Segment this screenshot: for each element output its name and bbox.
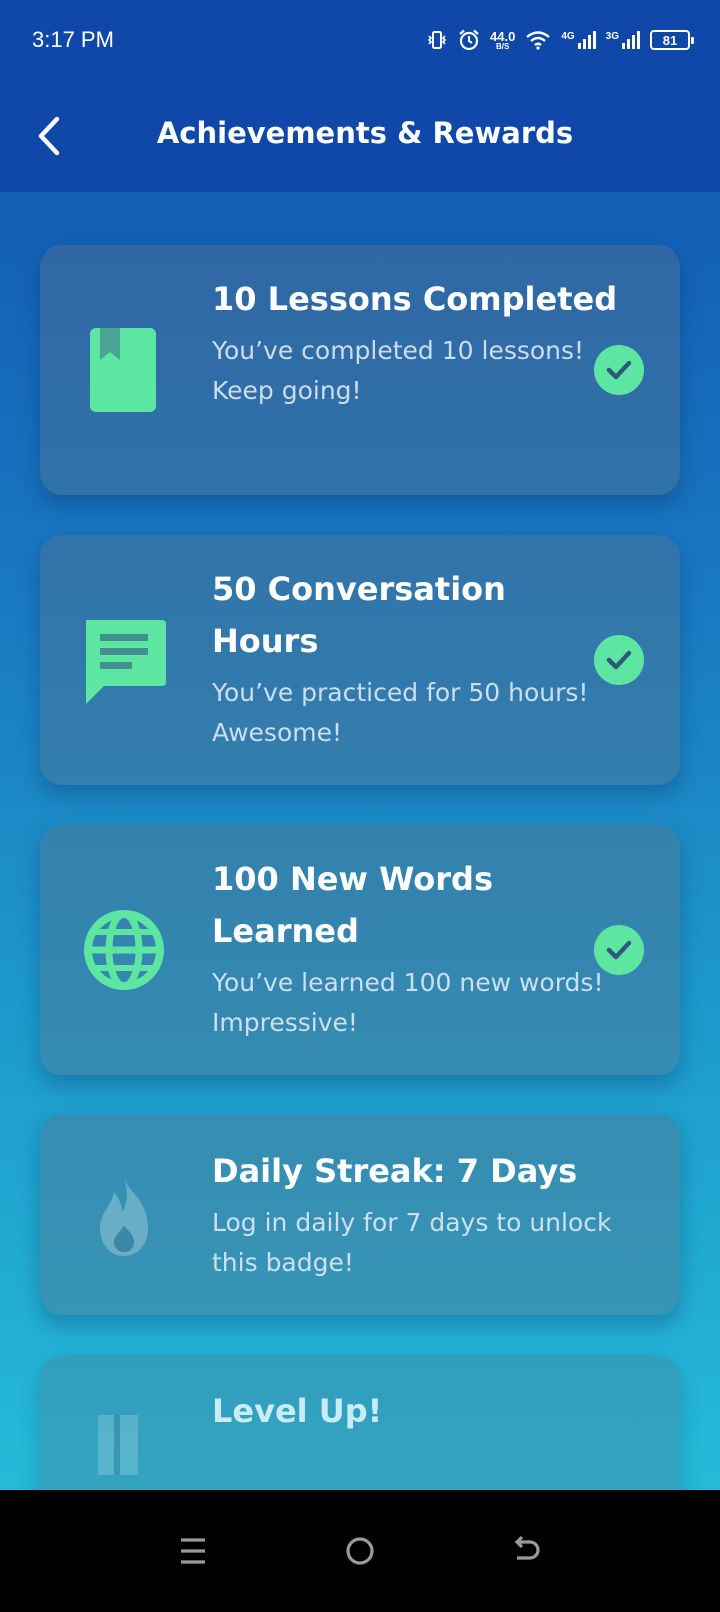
achievement-title: Level Up! <box>212 1392 383 1430</box>
achievement-card[interactable]: 10 Lessons Completed You’ve completed 10… <box>40 245 680 495</box>
menu-button[interactable] <box>163 1521 223 1581</box>
status-icons: 44.0 B/S 4G 3G 81 <box>426 28 694 51</box>
achievements-list[interactable]: 10 Lessons Completed You’ve completed 10… <box>0 192 720 1490</box>
menu-icon <box>181 1538 206 1564</box>
achievement-description: You’ve completed 10 lessons! Keep going! <box>212 336 585 405</box>
achievement-card[interactable]: Level Up! <box>40 1355 680 1490</box>
achievement-description: Log in daily for 7 days to unlock this b… <box>212 1208 612 1277</box>
home-button[interactable] <box>330 1521 390 1581</box>
status-bar: 3:17 PM 44.0 B/S 4G 3G 81 <box>0 0 720 80</box>
level-icon <box>76 1397 172 1490</box>
achievement-card[interactable]: 100 New Words Learned You’ve learned 100… <box>40 825 680 1075</box>
achievement-description: You’ve learned 100 new words! Impressive… <box>212 968 604 1037</box>
check-icon <box>594 635 644 685</box>
page-header: Achievements & Rewards <box>0 96 720 176</box>
vibrate-icon <box>426 30 448 50</box>
globe-icon <box>76 902 172 998</box>
back-arrow-icon <box>514 1535 540 1560</box>
achievement-title: 10 Lessons Completed <box>212 280 618 318</box>
signal-3g-icon: 3G <box>606 31 640 49</box>
achievement-title: 100 New Words Learned <box>212 860 493 950</box>
check-icon <box>594 925 644 975</box>
network-speed: 44.0 B/S <box>490 28 516 51</box>
chat-icon <box>76 612 172 708</box>
back-nav-button[interactable] <box>497 1521 557 1581</box>
system-nav-bar <box>0 1490 720 1612</box>
flame-icon <box>76 1170 172 1266</box>
achievement-description: You’ve practiced for 50 hours! Awesome! <box>212 678 589 747</box>
achievement-title: Daily Streak: 7 Days <box>212 1152 578 1190</box>
wifi-icon <box>525 30 551 50</box>
page-title: Achievements & Rewards <box>156 116 574 150</box>
book-icon <box>76 322 172 418</box>
alarm-icon <box>458 29 480 51</box>
achievement-title: 50 Conversation Hours <box>212 570 506 660</box>
home-circle-icon <box>346 1537 374 1565</box>
battery-level: 81 <box>662 32 678 48</box>
achievement-card[interactable]: 50 Conversation Hours You’ve practiced f… <box>40 535 680 785</box>
status-time: 3:17 PM <box>32 27 114 52</box>
battery-icon: 81 <box>650 30 694 50</box>
check-icon <box>594 345 644 395</box>
achievement-card[interactable]: Daily Streak: 7 Days Log in daily for 7 … <box>40 1115 680 1315</box>
signal-4g-icon: 4G <box>561 31 596 49</box>
